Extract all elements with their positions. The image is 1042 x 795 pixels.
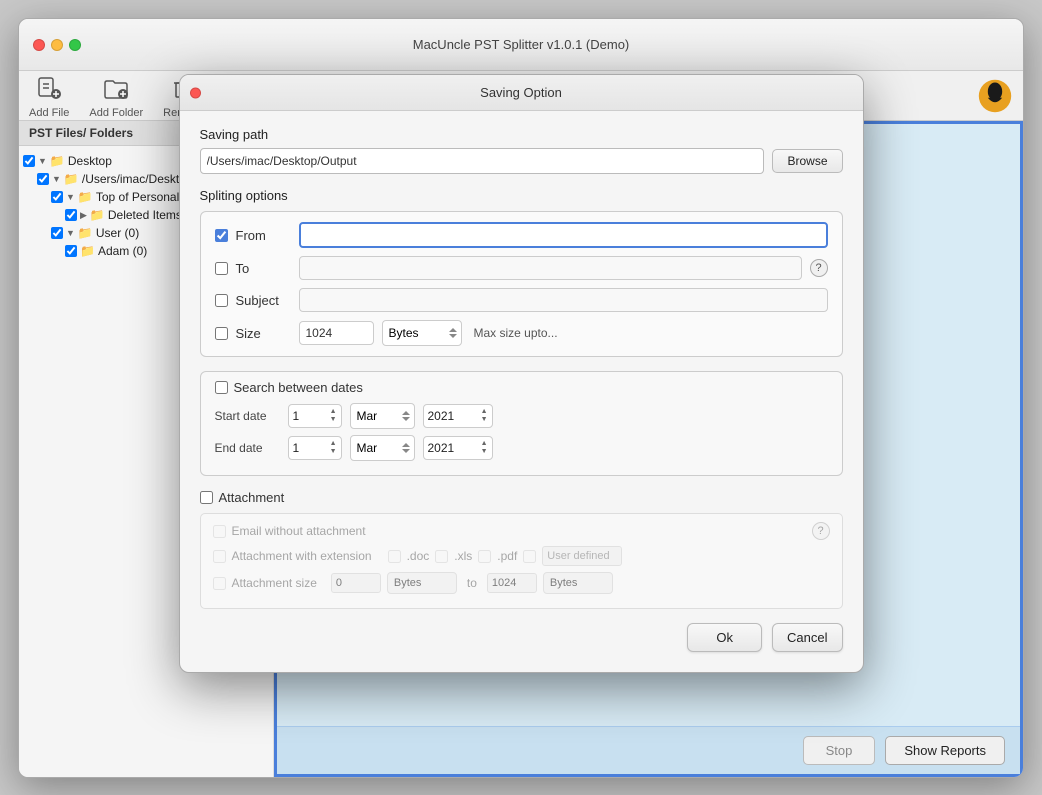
- dialog-close-button[interactable]: [190, 87, 201, 98]
- start-day-stepper[interactable]: 1 ▲ ▼: [288, 404, 342, 428]
- start-year-value: 2021: [428, 409, 455, 423]
- attachment-size-label: Attachment size: [232, 576, 317, 590]
- start-date-row: Start date 1 ▲ ▼ Mar Jan Feb: [215, 403, 828, 429]
- size-row: Size Bytes KB MB GB Max size upto...: [215, 320, 828, 346]
- doc-label: .doc: [407, 549, 430, 563]
- size-unit-select[interactable]: Bytes KB MB GB: [382, 320, 462, 346]
- dialog-body: Saving path Browse Spliting options From: [180, 111, 863, 672]
- attachment-extension-row: Attachment with extension .doc .xls .pdf: [213, 546, 830, 566]
- from-row: From: [215, 222, 828, 248]
- attachment-checkbox[interactable]: [200, 491, 213, 504]
- start-month-select[interactable]: Mar Jan Feb Apr: [350, 403, 415, 429]
- saving-option-dialog: Saving Option Saving path Browse Splitin…: [179, 74, 864, 673]
- dialog-traffic-lights: [190, 87, 201, 98]
- subject-row: Subject: [215, 288, 828, 312]
- size-input[interactable]: [299, 321, 374, 345]
- attachment-section: Attachment Email without attachment ? A: [200, 490, 843, 609]
- user-defined-checkbox[interactable]: [523, 550, 536, 563]
- attachment-size-to-unit[interactable]: BytesKBMB: [543, 572, 613, 594]
- size-label: Size: [236, 326, 291, 341]
- email-without-attachment-checkbox[interactable]: [213, 525, 226, 538]
- dialog-title-bar: Saving Option: [180, 75, 863, 111]
- end-day-stepper[interactable]: 1 ▲ ▼: [288, 436, 342, 460]
- options-box: From To ? Subject: [200, 211, 843, 357]
- attachment-size-row: Attachment size BytesKBMB to BytesKBMB: [213, 572, 830, 594]
- browse-button[interactable]: Browse: [772, 149, 842, 173]
- date-section: Search between dates Start date 1 ▲ ▼: [200, 371, 843, 476]
- bottom-stop-bar: Stop: [19, 777, 1023, 778]
- start-year-stepper[interactable]: 2021 ▲ ▼: [423, 404, 493, 428]
- saving-path-label: Saving path: [200, 127, 843, 142]
- search-dates-checkbox[interactable]: [215, 381, 228, 394]
- attachment-extension-label: Attachment with extension: [232, 549, 372, 563]
- doc-checkbox[interactable]: [388, 550, 401, 563]
- xls-label: .xls: [454, 549, 472, 563]
- saving-path-input[interactable]: [200, 148, 765, 174]
- to-checkbox[interactable]: [215, 262, 228, 275]
- ok-button[interactable]: Ok: [687, 623, 762, 652]
- end-day-value: 1: [293, 441, 300, 455]
- email-without-attachment-row: Email without attachment ?: [213, 522, 830, 540]
- attachment-extension-checkbox[interactable]: [213, 550, 226, 563]
- attachment-size-checkbox[interactable]: [213, 577, 226, 590]
- attachment-size-from-input[interactable]: [331, 573, 381, 593]
- subject-input[interactable]: [299, 288, 828, 312]
- size-checkbox[interactable]: [215, 327, 228, 340]
- saving-path-row: Browse: [200, 148, 843, 174]
- max-size-label: Max size upto...: [474, 326, 558, 340]
- to-label: To: [236, 261, 291, 276]
- attachment-size-from-unit[interactable]: BytesKBMB: [387, 572, 457, 594]
- attachment-size-to-input[interactable]: [487, 573, 537, 593]
- end-year-stepper[interactable]: 2021 ▲ ▼: [423, 436, 493, 460]
- user-defined-input[interactable]: [542, 546, 622, 566]
- end-date-row: End date 1 ▲ ▼ Mar Jan Feb Ap: [215, 435, 828, 461]
- to-row: To ?: [215, 256, 828, 280]
- attachment-label: Attachment: [219, 490, 285, 505]
- app-window: MacUncle PST Splitter v1.0.1 (Demo) Add …: [18, 18, 1024, 778]
- end-month-select[interactable]: Mar Jan Feb Apr: [350, 435, 415, 461]
- start-day-value: 1: [293, 409, 300, 423]
- from-input[interactable]: [299, 222, 828, 248]
- start-date-label: Start date: [215, 409, 280, 423]
- dialog-title: Saving Option: [480, 85, 562, 100]
- subject-label: Subject: [236, 293, 291, 308]
- attachment-header-row: Attachment: [200, 490, 843, 505]
- to-input[interactable]: [299, 256, 802, 280]
- to-separator: to: [467, 576, 477, 590]
- search-dates-label: Search between dates: [234, 380, 363, 395]
- from-checkbox[interactable]: [215, 229, 228, 242]
- cancel-button[interactable]: Cancel: [772, 623, 842, 652]
- dialog-overlay: Saving Option Saving path Browse Splitin…: [19, 19, 1023, 777]
- to-help-icon[interactable]: ?: [810, 259, 828, 277]
- pdf-label: .pdf: [497, 549, 517, 563]
- splitting-options-label: Spliting options: [200, 188, 843, 203]
- date-checkbox-row: Search between dates: [215, 380, 828, 395]
- from-label: From: [236, 228, 291, 243]
- end-date-label: End date: [215, 441, 280, 455]
- subject-checkbox[interactable]: [215, 294, 228, 307]
- email-without-attachment-label: Email without attachment: [232, 524, 366, 538]
- dialog-footer: Ok Cancel: [200, 623, 843, 652]
- end-year-value: 2021: [428, 441, 455, 455]
- attachment-help-icon[interactable]: ?: [812, 522, 830, 540]
- pdf-checkbox[interactable]: [478, 550, 491, 563]
- xls-checkbox[interactable]: [435, 550, 448, 563]
